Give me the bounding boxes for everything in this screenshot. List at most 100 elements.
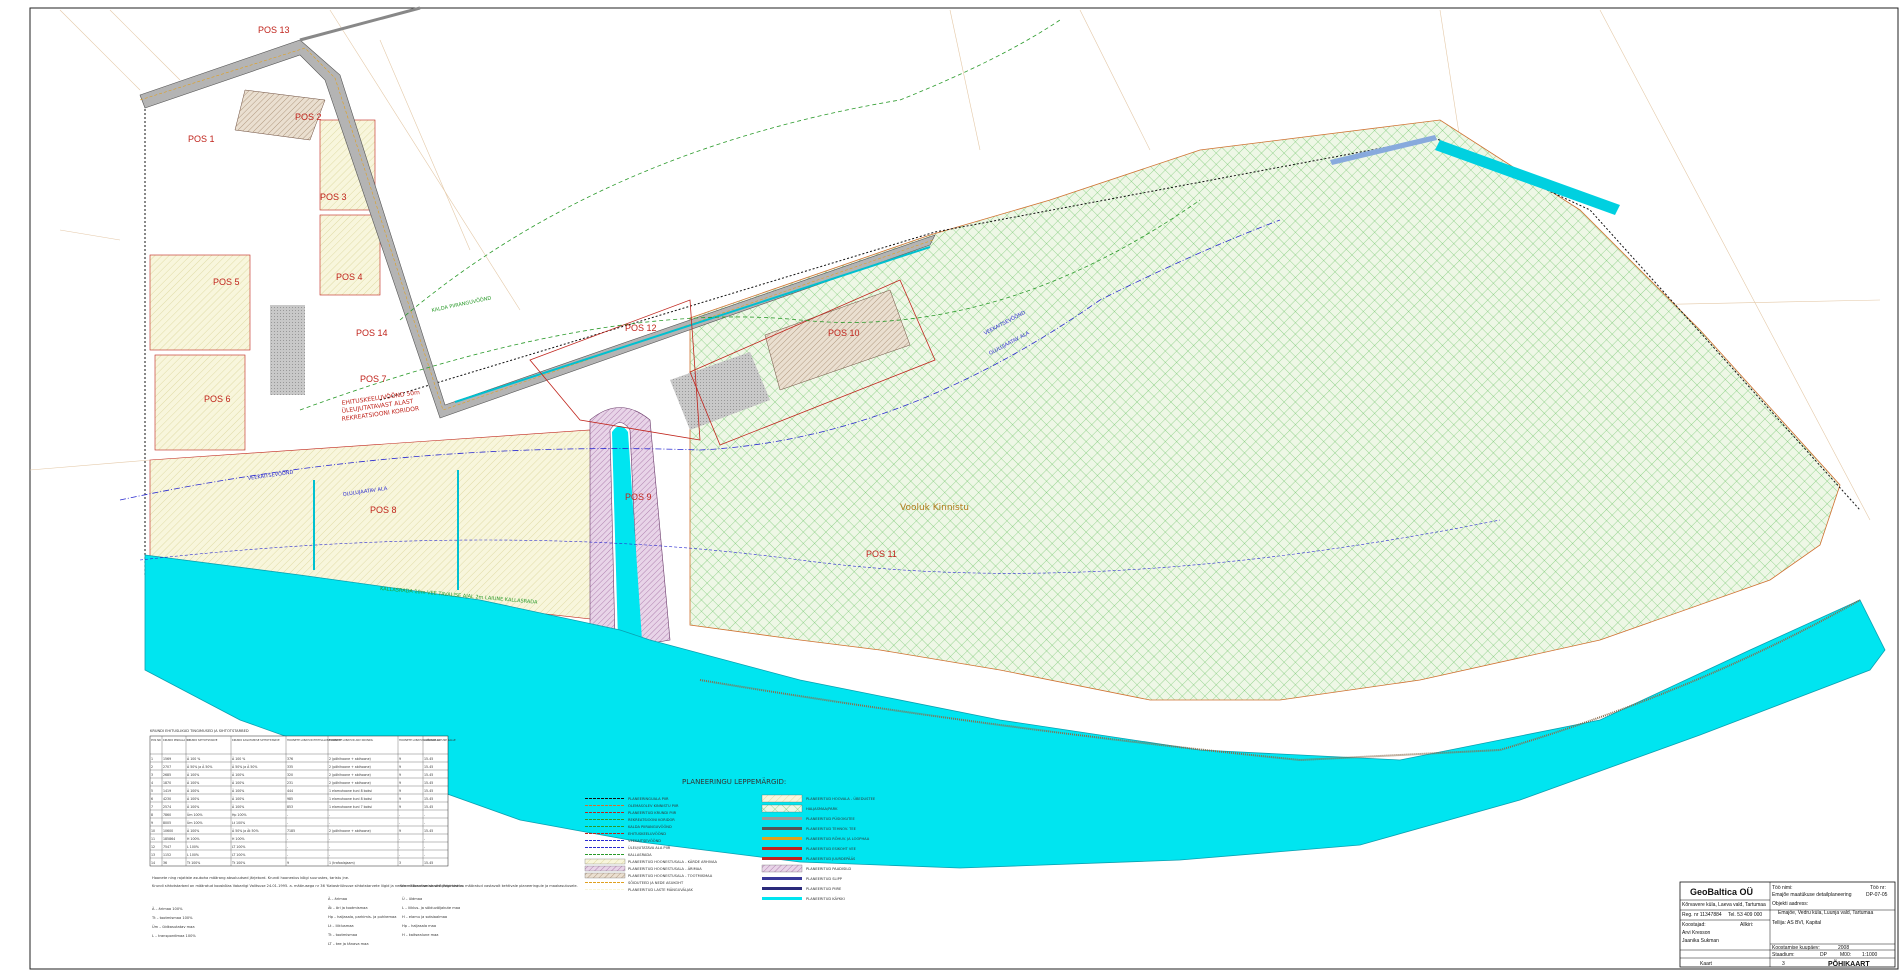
table-cell: -: [329, 853, 330, 857]
table-cell: Ä 100%: [187, 780, 199, 785]
table-cell: 6: [151, 797, 153, 801]
pos-label-14: POS 14: [356, 328, 388, 338]
table-cell: L 100%: [187, 845, 199, 849]
table-cell: Ä 50% ja Ä 50%: [187, 764, 212, 769]
abbrev-item: H – kaitsealune maa: [402, 933, 439, 937]
table-cell: Ä 100%: [187, 772, 199, 777]
table-cell: 8005: [163, 821, 171, 825]
table-cell: 9: [399, 765, 401, 769]
abbrev-item: L – liiklus- ja sõiduväljakute maa: [402, 906, 460, 910]
table-cell: 9: [399, 781, 401, 785]
legend-left-item: PLANEERITUD HOONESTUSALA - KÄRDE ARHIVAA: [628, 859, 718, 864]
legend-right-item: PLANEERITUD HOOVALA - ÜBEDUSTEE: [806, 796, 876, 801]
legend-left-item: PLANEERITUD HOONESTUSALA - ÄRIMAA: [628, 866, 702, 871]
table-cell: 15-45: [424, 861, 433, 865]
table-cell: 4230: [163, 797, 171, 801]
tb-reg: Reg. nr 11347884: [1682, 912, 1722, 918]
table-cell: Ä 100%: [187, 804, 199, 809]
table-cell: Ä 100%: [187, 828, 199, 833]
table-cell: -: [399, 845, 400, 849]
tb-stage-label: Staadium:: [1772, 952, 1795, 958]
table-cell: 1 (trafoalajaam): [329, 861, 355, 865]
table-cell: Ä 100 %: [232, 756, 245, 761]
table-cell: 320: [287, 773, 293, 777]
table-cell: 9: [399, 805, 401, 809]
tb-worknr-label: Töö nr:: [1870, 885, 1886, 891]
table-cell: 3: [399, 861, 401, 865]
tb-address: Kõrvavere küla, Laeva vald, Tartumaa: [1682, 902, 1766, 908]
legend-title: PLANEERINGU LEPPEMÄRGID:: [682, 777, 786, 786]
table-cell: -: [399, 821, 400, 825]
pos-label-2: POS 2: [295, 112, 322, 122]
tb-scale-label: M00:: [1840, 952, 1851, 958]
table-cell: 9: [399, 829, 401, 833]
table-cell: 2 (põhihoone + abihoone): [329, 781, 371, 785]
table-cell: Üm 100%: [187, 820, 203, 825]
table-cell: -: [287, 821, 288, 825]
parking-area-left: [270, 305, 305, 395]
table-cell: L 100%: [187, 853, 199, 857]
table-cell: 15-45: [424, 757, 433, 761]
tb-scale: 1:1000: [1862, 952, 1878, 958]
table-cell: 2 (põhihoone + abihoone): [329, 757, 371, 761]
tb-date: 2008: [1838, 945, 1849, 951]
pos-label-11: POS 11: [866, 549, 897, 559]
table-cell: -: [424, 845, 425, 849]
abbrev-item: Ä – ärimaa: [328, 896, 347, 901]
legend-right-swatch: [762, 837, 802, 840]
table-cell: -: [424, 813, 425, 817]
table-cell: 15-45: [424, 765, 433, 769]
pos-label-5: POS 5: [213, 277, 240, 287]
legend-right-swatch: [762, 817, 802, 820]
tb-tel: Tel. 53 409 000: [1728, 912, 1762, 918]
legend-right-item: PLANEERITUD RÕHUV. JA LOOPHAA: [806, 836, 870, 841]
table-cell: 15-45: [424, 829, 433, 833]
table-cell: 1 elamuhoone kuni 8 boksi: [329, 789, 372, 793]
table-cell: -: [424, 821, 425, 825]
table-cell: 36: [163, 861, 167, 865]
table-cell: 985: [287, 797, 293, 801]
table-cell: 9: [399, 797, 401, 801]
zone-yellow-2: [154, 354, 246, 451]
legend-right-swatch: [762, 887, 802, 890]
legend-left-item: REKREATSIOONI KORIDOR: [628, 818, 675, 822]
abbrev-item: L – transpordimaa 100%: [152, 934, 196, 938]
pos-label-7: POS 7: [360, 374, 387, 384]
zone-yellow-4: [319, 214, 381, 296]
table-cell: 15-45: [424, 789, 433, 793]
pos-label-3: POS 3: [320, 192, 347, 202]
table-cell: 9: [151, 821, 153, 825]
table-cell: 4: [151, 781, 153, 785]
legend-left-swatch: [584, 858, 626, 865]
table-cell: 13: [151, 853, 155, 857]
legend-right-swatch: [762, 827, 802, 830]
table-cell: 185864: [163, 837, 175, 841]
table-cell: Ä 100%: [187, 796, 199, 801]
table-cell: 2 (põhihoone + abihoone): [329, 829, 371, 833]
table-title: KRUNDI EHITUSLIKUD TINGIMUSED JA SIHTOTS…: [150, 729, 249, 733]
legend-right-swatch: [761, 804, 803, 813]
table-cell: -: [329, 813, 330, 817]
table-cell: 1419: [163, 789, 171, 793]
table-cell: 7547: [163, 845, 171, 849]
note-1: Hoonete ning rajatiste asukoha määrang a…: [152, 876, 349, 880]
table-cell: LT 100%: [232, 853, 245, 857]
table-cell: -: [287, 813, 288, 817]
table-cell: -: [329, 837, 330, 841]
table-cell: 7185: [287, 829, 295, 833]
tb-work-name: Emajõe maatükuse detailplaneering: [1772, 892, 1852, 898]
table-header: KRUNDI PINDALA m²: [163, 738, 190, 742]
legend-right-swatch: [761, 794, 803, 803]
abbrev-item: Üm – üldkasutatav maa: [152, 924, 195, 929]
zone-yellow-1: [149, 254, 251, 351]
table-cell: Tt 100%: [231, 861, 245, 865]
legend-left-item: OLEMASOLEV KINNISTU PIIR: [628, 804, 679, 808]
legend-left-item: PLANEERITUD KRUNDI PIIR: [628, 811, 677, 815]
table-header: KRUNDI SIHTOTSTARVE: [187, 738, 218, 742]
annot-vooluk: Vooluk Kinnistu: [900, 503, 969, 513]
legend-right-item: PLANEERITUD SLIPP: [806, 877, 843, 881]
table-cell: 1 elamuhoone kuni 7 boksi: [329, 805, 372, 809]
legend-right-item: PLANEERITUD KÄYKKI: [806, 896, 845, 901]
tb-worknr: DP-07-05: [1866, 892, 1888, 898]
table-cell: Ä 100 %: [187, 756, 200, 761]
